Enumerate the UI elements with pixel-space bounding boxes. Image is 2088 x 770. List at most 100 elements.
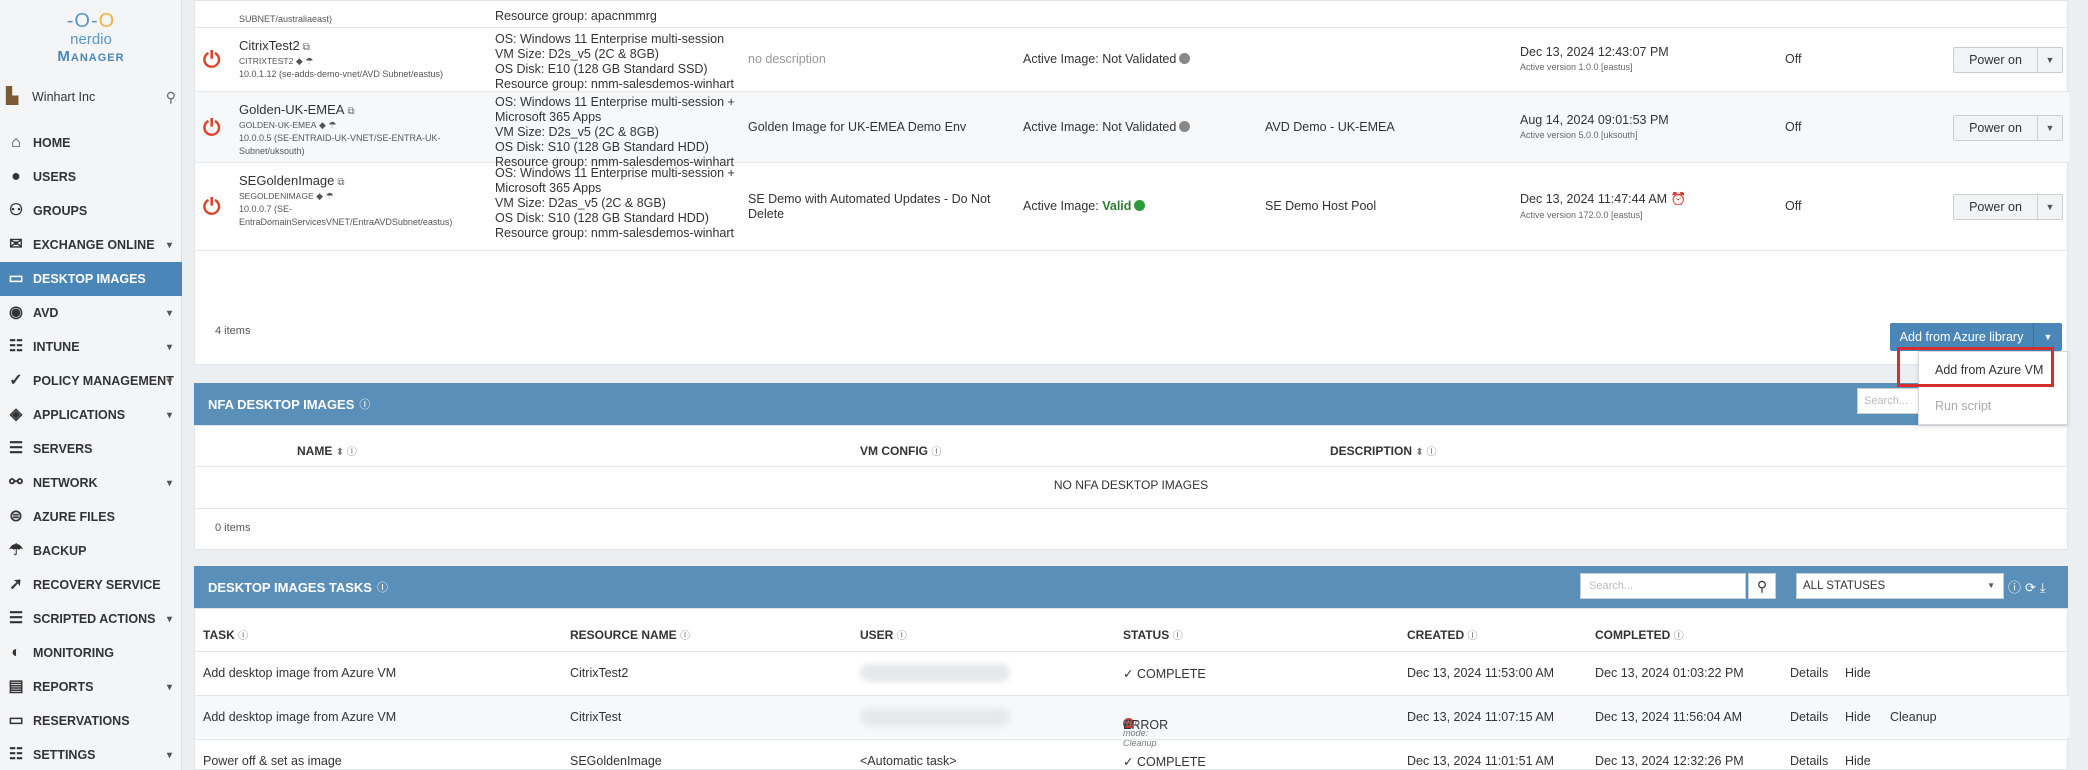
power-on-label[interactable]: Power on	[1954, 115, 2038, 140]
sidebar-item-scripted-actions[interactable]: ☰ SCRIPTED ACTIONS ▾	[0, 602, 182, 636]
info-icon[interactable]: ⓘ	[1173, 631, 1183, 642]
tenant-selector[interactable]: ▙ Winhart Inc ⚲	[6, 86, 176, 108]
vm-config-line: VM Size: D2s_v5 (2C & 8GB)	[495, 125, 659, 139]
sidebar-item-monitoring[interactable]: ◐ MONITORING	[0, 636, 182, 670]
vm-config-line: Resource group: nmm-salesdemos-winhart	[495, 77, 734, 91]
sidebar-item-settings[interactable]: ☷ SETTINGS ▾	[0, 738, 182, 770]
vm-date-text: Dec 13, 2024 11:47:44 AM	[1520, 192, 1668, 206]
power-on-label[interactable]: Power on	[1954, 48, 2038, 72]
vm-name: SEGoldenImage	[239, 173, 335, 188]
column-completed[interactable]: COMPLETED ⓘ	[1595, 627, 1684, 642]
info-icon[interactable]: ⓘ	[1674, 631, 1684, 642]
logo[interactable]: -O-O nerdio Manager	[0, 10, 182, 65]
table-row: Add desktop image from Azure VM CitrixTe…	[195, 651, 2069, 693]
info-icon[interactable]: ⓘ	[897, 631, 907, 642]
column-task[interactable]: TASK ⓘ	[203, 627, 248, 642]
details-link[interactable]: Details	[1790, 754, 1828, 768]
sidebar-item-home[interactable]: ⌂ HOME	[0, 126, 182, 160]
sidebar-item-reports[interactable]: ▤ REPORTS ▾	[0, 670, 182, 704]
tasks-search-input[interactable]: Search...	[1580, 573, 1746, 599]
sidebar-item-groups[interactable]: ⚇ GROUPS	[0, 194, 182, 228]
chevron-down-icon[interactable]: ▼	[2038, 195, 2062, 219]
chevron-down-icon: ▼	[1987, 581, 1995, 590]
task-created: Dec 13, 2024 11:01:51 AM	[1407, 754, 1555, 768]
sidebar-item-label: HOME	[33, 136, 71, 150]
task-resource: SEGoldenImage	[570, 754, 662, 768]
external-link-icon[interactable]: ⧉	[303, 42, 310, 53]
sidebar-item-applications[interactable]: ◈ APPLICATIONS ▾	[0, 398, 182, 432]
sidebar-item-azure-files[interactable]: ⊜ AZURE FILES	[0, 500, 182, 534]
refresh-icon[interactable]: ⟳	[2025, 580, 2040, 595]
info-icon[interactable]: ⓘ	[238, 631, 248, 642]
power-icon[interactable]: ⏻	[203, 47, 220, 73]
search-icon[interactable]: ⚲	[1748, 573, 1776, 599]
chevron-down-icon[interactable]: ▾	[167, 410, 172, 421]
chevron-down-icon[interactable]: ▾	[167, 750, 172, 761]
hide-link[interactable]: Hide	[1845, 754, 1871, 768]
external-link-icon[interactable]: ⧉	[347, 106, 354, 117]
search-icon[interactable]: ⚲	[166, 89, 176, 106]
column-name[interactable]: NAME ⬍ ⓘ	[297, 443, 357, 458]
power-on-button[interactable]: Power on ▼	[1953, 114, 2063, 141]
sidebar-item-recovery-service[interactable]: ➚ RECOVERY SERVICE	[0, 568, 182, 602]
chevron-down-icon[interactable]: ▾	[167, 614, 172, 625]
column-resource-name[interactable]: RESOURCE NAME ⓘ	[570, 627, 690, 642]
chevron-down-icon[interactable]: ▾	[167, 376, 172, 387]
chevron-down-icon[interactable]: ▾	[167, 682, 172, 693]
sidebar-item-network[interactable]: ⚯ NETWORK ▾	[0, 466, 182, 500]
sort-icon[interactable]: ⬍ ⓘ	[336, 447, 357, 458]
hide-link[interactable]: Hide	[1845, 710, 1871, 724]
chevron-down-icon[interactable]: ▼	[2038, 116, 2062, 140]
chevron-down-icon[interactable]: ▼	[2038, 48, 2062, 72]
info-icon[interactable]: ⓘ	[377, 579, 388, 595]
run-script-item[interactable]: Run script	[1919, 388, 2067, 424]
info-icon[interactable]: ⓘ	[2008, 580, 2025, 595]
chevron-down-icon[interactable]: ▾	[167, 240, 172, 251]
hide-link[interactable]: Hide	[1845, 666, 1871, 680]
cleanup-link[interactable]: Cleanup	[1890, 710, 1937, 724]
column-created[interactable]: CREATED ⓘ	[1407, 627, 1477, 642]
power-on-button[interactable]: Power on ▼	[1953, 47, 2063, 73]
column-vm-config[interactable]: VM CONFIG ⓘ	[860, 443, 941, 458]
vm-name-link[interactable]: Golden-UK-EMEA ⧉	[239, 102, 355, 117]
power-on-button[interactable]: Power on ▼	[1953, 194, 2063, 220]
chevron-down-icon[interactable]: ▾	[167, 308, 172, 319]
vm-name-link[interactable]: CitrixTest2 ⧉	[239, 38, 310, 53]
details-link[interactable]: Details	[1790, 666, 1828, 680]
logo-text: nerdio	[70, 31, 112, 48]
power-icon[interactable]: ⏻	[203, 115, 220, 141]
power-on-label[interactable]: Power on	[1954, 195, 2038, 219]
external-link-icon[interactable]: ⧉	[337, 177, 344, 188]
sidebar-item-policy-management[interactable]: ✓ POLICY MANAGEMENT ▾	[0, 364, 182, 398]
chevron-down-icon[interactable]: ▾	[167, 478, 172, 489]
download-icon[interactable]: ⤓	[2040, 580, 2050, 595]
task-resource: CitrixTest2	[570, 666, 629, 680]
sidebar-item-desktop-images[interactable]: ▭ DESKTOP IMAGES	[0, 262, 182, 296]
shield-icon: ◆	[295, 56, 303, 66]
logo-manager: Manager	[57, 48, 125, 65]
logo-mark: -O-O	[66, 10, 116, 32]
sort-icon[interactable]: ⬍ ⓘ	[1415, 447, 1436, 458]
sidebar-item-backup[interactable]: ☂ BACKUP	[0, 534, 182, 568]
sidebar-item-label: GROUPS	[33, 204, 88, 218]
sidebar-item-avd[interactable]: ◉ AVD ▾	[0, 296, 182, 330]
column-description[interactable]: DESCRIPTION ⬍ ⓘ	[1330, 443, 1437, 458]
sidebar-item-reservations[interactable]: ▭ RESERVATIONS	[0, 704, 182, 738]
power-icon[interactable]: ⏻	[203, 194, 220, 220]
sidebar-item-exchange-online[interactable]: ✉ EXCHANGE ONLINE ▾	[0, 228, 182, 262]
sidebar-item-users[interactable]: ● USERS	[0, 160, 182, 194]
status-filter-select[interactable]: ALL STATUSES ▼	[1796, 573, 2004, 599]
info-icon[interactable]: ⓘ	[680, 631, 690, 642]
info-icon[interactable]: ⓘ	[931, 447, 941, 458]
details-link[interactable]: Details	[1790, 710, 1828, 724]
sidebar-item-intune[interactable]: ☷ INTUNE ▾	[0, 330, 182, 364]
task-name: Add desktop image from Azure VM	[203, 710, 397, 724]
info-icon[interactable]: ⓘ	[359, 396, 370, 412]
schedule-icon[interactable]: ⏰	[1671, 192, 1687, 206]
info-icon[interactable]: ⓘ	[1467, 631, 1477, 642]
column-user[interactable]: USER ⓘ	[860, 627, 907, 642]
sidebar-item-servers[interactable]: ☰ SERVERS	[0, 432, 182, 466]
vm-name-link[interactable]: SEGoldenImage ⧉	[239, 173, 345, 188]
chevron-down-icon[interactable]: ▾	[167, 342, 172, 353]
column-status[interactable]: STATUS ⓘ	[1123, 627, 1183, 642]
